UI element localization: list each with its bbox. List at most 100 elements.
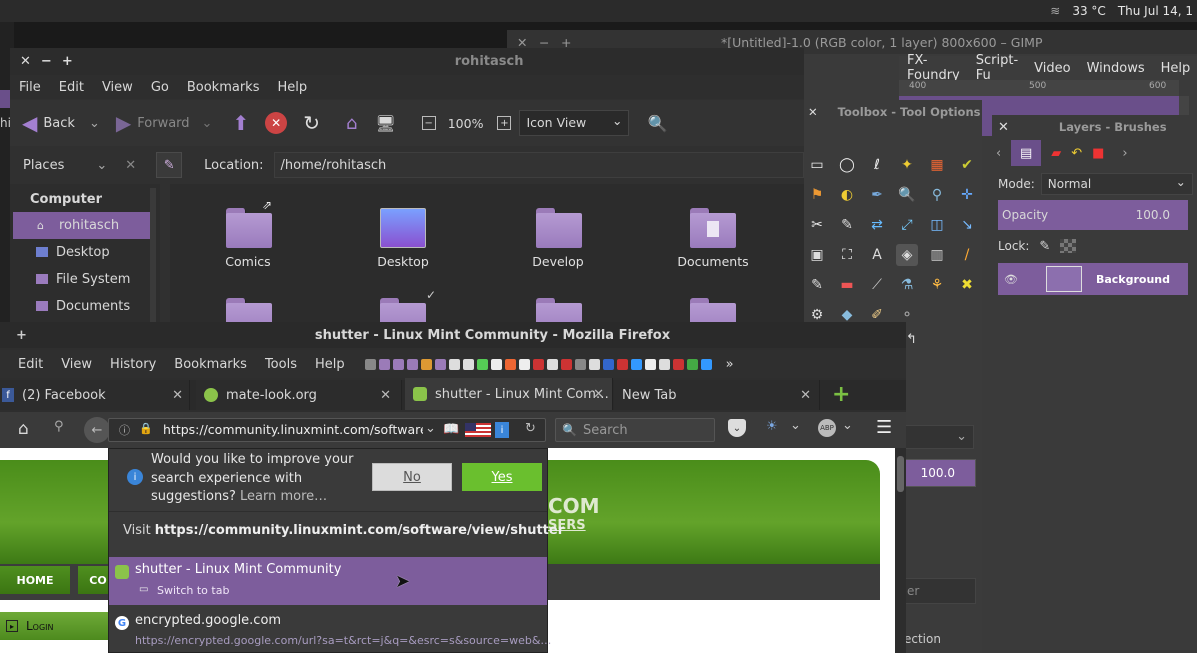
bookmark-icon[interactable]	[686, 358, 698, 370]
tab-brushes[interactable]: ■	[1092, 146, 1104, 161]
lock-pixels-icon[interactable]: ✎	[1039, 239, 1050, 254]
menu-help[interactable]: Help	[315, 357, 345, 372]
desktop-folder-icon[interactable]	[380, 208, 426, 248]
tool-button-icon[interactable]: ✒	[866, 184, 888, 206]
bookmark-icon[interactable]	[518, 358, 530, 370]
tool-button-icon[interactable]: ◈	[896, 244, 918, 266]
close-icon[interactable]: ✕	[593, 387, 604, 402]
menu-go[interactable]: Go	[142, 80, 178, 95]
forward-button[interactable]: ▶ Forward	[116, 111, 190, 135]
menu-file[interactable]: File	[10, 80, 50, 95]
bookmark-icon[interactable]	[420, 358, 432, 370]
tool-opacity-field[interactable]: 100.0	[902, 459, 976, 487]
overflow-chevron-icon[interactable]: »	[726, 357, 734, 372]
bookmark-icon[interactable]	[406, 358, 418, 370]
chevron-down-icon[interactable]: ⌄	[842, 418, 853, 433]
tool-button-icon[interactable]: ✛	[956, 184, 978, 206]
menu-history[interactable]: History	[110, 357, 156, 372]
chevron-left-icon[interactable]: ‹	[996, 146, 1001, 161]
chevron-right-icon[interactable]: ›	[1122, 146, 1127, 161]
chevron-down-icon[interactable]: ⌄	[790, 418, 801, 433]
bookmark-icon[interactable]	[476, 358, 488, 370]
mode-select[interactable]: Normal ⌄	[1040, 173, 1193, 195]
bookmark-icon[interactable]	[364, 358, 376, 370]
up-arrow-icon[interactable]: ⬆	[232, 111, 249, 135]
forward-history-chevron-icon[interactable]: ⌄	[202, 116, 213, 131]
sidebar-item-desktop[interactable]: Desktop	[10, 239, 160, 266]
stop-icon[interactable]: ✕	[265, 112, 288, 134]
tool-button-icon[interactable]: ✂	[806, 214, 828, 236]
bookmark-icon[interactable]	[546, 358, 558, 370]
layer-opacity-slider[interactable]: Opacity 100.0	[998, 200, 1188, 230]
zoom-out-icon[interactable]: −	[421, 116, 436, 130]
new-tab-plus-icon[interactable]: +	[832, 382, 850, 407]
hamburger-menu-icon[interactable]: ☰	[876, 417, 892, 438]
reload-icon[interactable]: ↻	[525, 421, 536, 436]
close-icon[interactable]: ✕	[998, 120, 1009, 135]
computer-icon[interactable]: 🖥	[375, 114, 395, 133]
bookmark-icon[interactable]	[602, 358, 614, 370]
back-button[interactable]: ◀ Back	[22, 111, 75, 135]
learn-more-link[interactable]: Learn more…	[240, 489, 327, 504]
back-history-chevron-icon[interactable]: ⌄	[89, 116, 100, 131]
sidebar-scrollbar[interactable]	[150, 188, 156, 328]
tool-button-icon[interactable]: ◐	[836, 184, 858, 206]
menu-bookmarks[interactable]: Bookmarks	[174, 357, 247, 372]
extension-icon[interactable]: ☀	[766, 419, 778, 434]
info-icon[interactable]: ⓘ	[119, 422, 130, 438]
tool-button-icon[interactable]: ⚑	[806, 184, 828, 206]
yes-button[interactable]: Yes	[462, 463, 542, 491]
back-button[interactable]: ←	[84, 417, 110, 443]
reader-view-icon[interactable]: 📖	[443, 422, 459, 437]
lock-alpha-icon[interactable]	[1060, 239, 1077, 253]
edit-location-button[interactable]: ✎	[156, 152, 183, 178]
bookmark-icon[interactable]	[378, 358, 390, 370]
tab-shutter[interactable]: shutter - Linux Mint Com… ✕	[405, 378, 613, 410]
horizontal-ruler[interactable]: 400 500 600	[899, 80, 1179, 96]
folder-icon[interactable]	[536, 208, 582, 248]
tool-button-icon[interactable]: ▦	[926, 154, 948, 176]
suggestion-visit[interactable]: Visit https://community.linuxmint.com/so…	[109, 511, 564, 549]
tool-button-icon[interactable]: ✖	[956, 274, 978, 296]
tool-button-icon[interactable]: ↘	[956, 214, 978, 236]
folder-label[interactable]: Desktop	[343, 254, 463, 269]
maximize-icon[interactable]: +	[16, 328, 27, 343]
tool-button-icon[interactable]: 🔍	[896, 184, 918, 206]
bookmark-icon[interactable]	[462, 358, 474, 370]
toolbar-extension-icon[interactable]: ⚲	[54, 419, 64, 434]
folder-icon[interactable]	[226, 208, 272, 248]
tab-mate-look[interactable]: mate-look.org ✕	[196, 380, 402, 410]
close-icon[interactable]: ✕	[808, 105, 818, 119]
clock[interactable]: Thu Jul 14, 1	[1118, 4, 1193, 18]
url-bar[interactable]: ⓘ 🔒 https://community.linuxmint.com/soft…	[108, 418, 546, 442]
tool-button-icon[interactable]: ▬	[836, 274, 858, 296]
tab-new[interactable]: New Tab ✕	[614, 380, 820, 410]
close-icon[interactable]: ✕	[800, 388, 811, 403]
pocket-icon[interactable]: ⌄	[728, 419, 746, 437]
tab-undo[interactable]: ↶	[1071, 146, 1082, 161]
chevron-down-icon[interactable]: ⌄	[425, 421, 436, 436]
tool-button-icon[interactable]: ▣	[806, 244, 828, 266]
tool-button-icon[interactable]: ⇄	[866, 214, 888, 236]
bookmark-icon[interactable]	[616, 358, 628, 370]
tool-button-icon[interactable]: ◯	[836, 154, 858, 176]
tool-button-icon[interactable]: ⟋	[866, 274, 888, 296]
layer-row[interactable]: 👁 Background	[998, 263, 1188, 295]
menu-video[interactable]: Video	[1026, 61, 1078, 76]
maximize-icon[interactable]: +	[62, 54, 73, 69]
menu-view[interactable]: View	[93, 80, 142, 95]
tool-button-icon[interactable]: ✎	[836, 214, 858, 236]
weather-temp[interactable]: 33 °C	[1072, 4, 1105, 18]
close-icon[interactable]: ✕	[172, 388, 183, 403]
bookmark-icon[interactable]	[490, 358, 502, 370]
tool-text-field[interactable]: er	[902, 578, 976, 604]
page-scrollbar[interactable]	[895, 448, 906, 653]
menu-edit[interactable]: Edit	[18, 357, 43, 372]
tab-layers[interactable]: ▤	[1011, 140, 1042, 166]
tool-button-icon[interactable]: ✔	[956, 154, 978, 176]
folder-label[interactable]: Develop	[498, 254, 618, 269]
tool-button-icon[interactable]: ✎	[806, 274, 828, 296]
sidebar-item-filesystem[interactable]: File System	[10, 266, 160, 293]
no-button[interactable]: No	[372, 463, 452, 491]
bookmark-icon[interactable]	[532, 358, 544, 370]
